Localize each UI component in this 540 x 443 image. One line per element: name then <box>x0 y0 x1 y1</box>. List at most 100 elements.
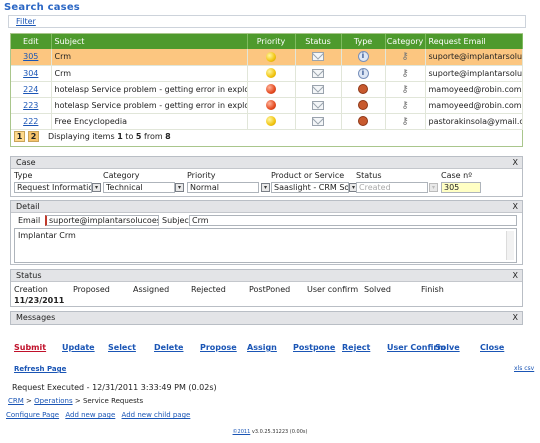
case-number-label: Case nº <box>441 171 472 180</box>
type-dropdown-icon[interactable]: ▾ <box>92 183 101 192</box>
col-category[interactable]: Category <box>385 34 426 49</box>
breadcrumb-crm[interactable]: CRM <box>8 397 24 405</box>
textarea-scrollbar[interactable] <box>506 231 514 260</box>
table-row[interactable]: 222 Free Encyclopedia ⚷ pastorakinsola@ymai… <box>11 113 523 130</box>
case-number-field[interactable]: 305 <box>441 182 481 193</box>
type-cell <box>341 81 386 98</box>
propose-button[interactable]: Propose <box>200 343 237 352</box>
edit-cell[interactable]: 223 <box>11 97 52 114</box>
envelope-icon <box>312 68 324 78</box>
edit-cell[interactable]: 304 <box>11 65 52 82</box>
category-select[interactable]: Technical <box>103 182 175 193</box>
col-request-email[interactable]: Request Email <box>425 34 523 49</box>
messages-panel-header: Messages X <box>11 312 522 324</box>
page-button-2[interactable]: 2 <box>28 131 39 142</box>
edit-cell[interactable]: 305 <box>11 49 52 66</box>
edit-link[interactable]: 224 <box>23 85 38 94</box>
select-button[interactable]: Select <box>108 343 136 352</box>
table-row[interactable]: 305 Crm i ⚷ suporte@implantarsolucoes.com <box>11 49 523 66</box>
status-col-assigned: Assigned <box>133 285 170 294</box>
close-icon[interactable]: X <box>513 201 518 212</box>
detail-panel: Detail X Email suporte@implantarsolucoe s… <box>10 200 523 265</box>
col-subject[interactable]: Subject <box>51 34 248 49</box>
info-icon: i <box>357 67 369 79</box>
page-config-links: Configure Page Add new page Add new chil… <box>6 411 190 419</box>
refresh-page-link[interactable]: Refresh Page <box>14 365 66 373</box>
add-new-child-page-link[interactable]: Add new child page <box>122 411 191 419</box>
subject-cell: Crm <box>51 49 248 66</box>
envelope-icon <box>312 100 324 110</box>
close-icon[interactable]: X <box>513 270 518 281</box>
status-cell <box>295 49 342 66</box>
email-field[interactable]: suporte@implantarsolucoes.com.br <box>45 215 159 226</box>
col-type[interactable]: Type <box>341 34 386 49</box>
request-executed-text: Request Executed - 12/31/2011 3:33:49 PM… <box>12 383 217 392</box>
priority-cell <box>247 49 296 66</box>
edit-cell[interactable]: 222 <box>11 113 52 130</box>
assign-button[interactable]: Assign <box>247 343 277 352</box>
solve-button[interactable]: Solve <box>435 343 460 352</box>
col-edit[interactable]: Edit <box>11 34 52 49</box>
priority-label: Priority <box>187 171 216 180</box>
update-button[interactable]: Update <box>62 343 95 352</box>
priority-normal-icon <box>266 51 276 62</box>
status-panel-header: Status X <box>11 270 522 282</box>
priority-high-icon <box>266 100 276 110</box>
edit-link[interactable]: 223 <box>23 101 38 110</box>
reject-button[interactable]: Reject <box>342 343 370 352</box>
status-panel: Status X Creation Proposed Assigned Reje… <box>10 269 523 307</box>
email-cell: mamoyeed@robin.com.sa <box>425 97 523 114</box>
body-textarea[interactable]: Implantar Crm <box>14 228 517 263</box>
status-select: Created <box>356 182 428 193</box>
type-select[interactable]: Request Information <box>14 182 92 193</box>
type-cell: i <box>341 49 386 66</box>
close-button[interactable]: Close <box>480 343 504 352</box>
add-new-page-link[interactable]: Add new page <box>65 411 115 419</box>
subject-cell: hotelasp Service problem - getting error… <box>51 97 248 114</box>
category-label: Category <box>103 171 140 180</box>
status-cell <box>295 113 342 130</box>
subject-cell: Free Encyclopedia <box>51 113 248 130</box>
delete-button[interactable]: Delete <box>154 343 183 352</box>
edit-link[interactable]: 305 <box>23 52 38 61</box>
col-priority[interactable]: Priority <box>247 34 296 49</box>
edit-link[interactable]: 222 <box>23 117 38 126</box>
product-select[interactable]: Saaslight - CRM Softwa <box>271 182 349 193</box>
category-dropdown-icon[interactable]: ▾ <box>175 183 184 192</box>
table-row[interactable]: 223 hotelasp Service problem - getting er… <box>11 97 523 114</box>
close-icon[interactable]: X <box>513 157 518 168</box>
category-cell: ⚷ <box>385 97 426 114</box>
email-cell: suporte@implantarsolucoes.com <box>425 49 523 66</box>
copyright-link[interactable]: ©2011 <box>233 429 251 435</box>
edit-link[interactable]: 304 <box>23 69 38 78</box>
priority-cell <box>247 97 296 114</box>
subject-cell: Crm <box>51 65 248 82</box>
breadcrumb-operations[interactable]: Operations <box>34 397 72 405</box>
priority-select[interactable]: Normal <box>187 182 259 193</box>
edit-cell[interactable]: 224 <box>11 81 52 98</box>
page-button-1[interactable]: 1 <box>14 131 25 142</box>
status-col-finish: Finish <box>421 285 444 294</box>
keys-icon: ⚷ <box>401 51 409 63</box>
table-row[interactable]: 224 hotelasp Service problem - getting er… <box>11 81 523 98</box>
filter-link[interactable]: Filter <box>16 17 36 26</box>
bug-icon <box>358 100 368 110</box>
status-cell <box>295 65 342 82</box>
configure-page-link[interactable]: Configure Page <box>6 411 59 419</box>
submit-button[interactable]: Submit <box>14 343 46 352</box>
type-label: Type <box>14 171 33 180</box>
subject-field[interactable]: Crm <box>189 215 517 226</box>
page-title: Search cases <box>4 2 80 13</box>
priority-normal-icon <box>266 68 276 78</box>
status-cell <box>295 81 342 98</box>
table-row[interactable]: 304 Crm i ⚷ suporte@implantarsolucoes.com <box>11 65 523 82</box>
close-icon[interactable]: X <box>513 312 518 323</box>
priority-dropdown-icon[interactable]: ▾ <box>261 183 270 192</box>
col-status[interactable]: Status <box>295 34 342 49</box>
priority-cell <box>247 113 296 130</box>
status-col-proposed: Proposed <box>73 285 110 294</box>
postpone-button[interactable]: Postpone <box>293 343 335 352</box>
pager-summary: Displaying items 1 to 5 from 8 <box>48 132 171 141</box>
keys-icon: ⚷ <box>401 83 409 95</box>
export-links[interactable]: xls csv <box>514 365 534 372</box>
